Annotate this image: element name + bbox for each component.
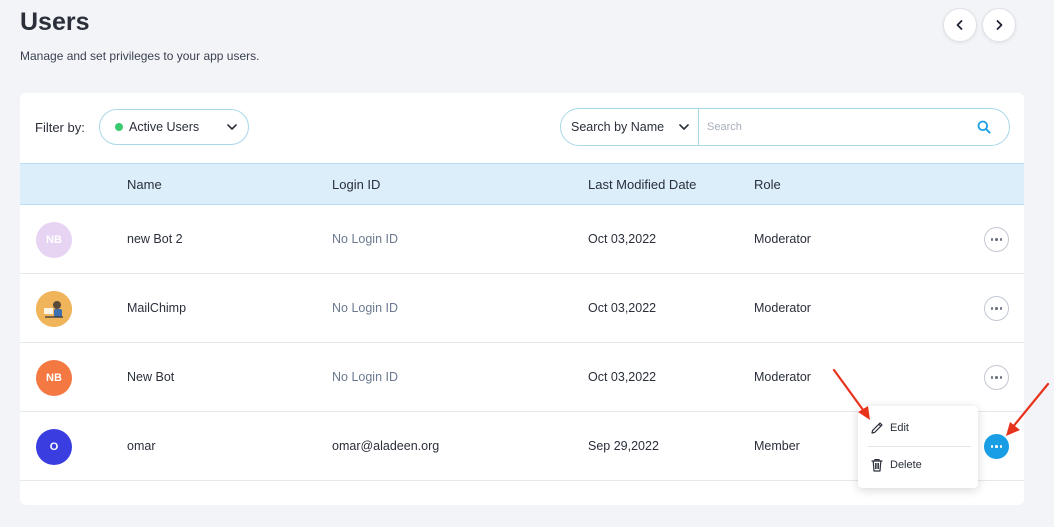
mailchimp-logo-icon [36, 291, 72, 327]
delete-menu-item[interactable]: Delete [858, 447, 978, 483]
search-type-dropdown[interactable]: Search by Name [561, 109, 699, 145]
page-subtitle: Manage and set privileges to your app us… [20, 49, 260, 63]
filter-label: Filter by: [35, 120, 85, 135]
previous-page-button[interactable] [943, 8, 977, 42]
table-row[interactable]: NB New Bot No Login ID Oct 03,2022 Moder… [20, 343, 1024, 412]
more-icon [990, 307, 1003, 310]
column-header-role[interactable]: Role [754, 177, 781, 192]
row-actions-button[interactable] [984, 434, 1009, 459]
status-filter-value: Active Users [129, 120, 200, 134]
column-header-name[interactable]: Name [127, 177, 162, 192]
user-role: Member [754, 439, 800, 453]
row-actions-button[interactable] [984, 365, 1009, 390]
table-row[interactable]: NB new Bot 2 No Login ID Oct 03,2022 Mod… [20, 205, 1024, 274]
avatar: NB [36, 222, 72, 258]
page-title: Users [20, 8, 90, 36]
trash-icon [871, 459, 883, 472]
row-actions-menu: Edit Delete [858, 406, 978, 488]
user-login-id: No Login ID [332, 301, 399, 315]
more-icon [990, 376, 1003, 379]
user-modified-date: Oct 03,2022 [588, 232, 657, 246]
row-actions-button[interactable] [984, 227, 1009, 252]
edit-menu-item[interactable]: Edit [858, 410, 978, 446]
user-role: Moderator [754, 370, 811, 384]
user-modified-date: Oct 03,2022 [588, 370, 657, 384]
user-login-id: No Login ID [332, 370, 399, 384]
next-page-button[interactable] [982, 8, 1016, 42]
column-header-login-id[interactable]: Login ID [332, 177, 380, 192]
more-icon [990, 238, 1003, 241]
table-row[interactable]: MailChimp No Login ID Oct 03,2022 Modera… [20, 274, 1024, 343]
search-type-value: Search by Name [571, 120, 665, 134]
user-name[interactable]: New Bot [127, 370, 174, 384]
avatar: NB [36, 360, 72, 396]
column-header-last-modified[interactable]: Last Modified Date [588, 177, 696, 192]
user-login-id: omar@aladeen.org [332, 439, 440, 453]
search-input[interactable] [699, 109, 977, 145]
user-modified-date: Sep 29,2022 [588, 439, 659, 453]
search-icon[interactable] [977, 109, 1009, 145]
chevron-down-icon [227, 124, 237, 130]
pencil-icon [871, 422, 883, 434]
user-role: Moderator [754, 232, 811, 246]
status-dot-icon [115, 123, 123, 131]
table-header: Name Login ID Last Modified Date Role [20, 163, 1024, 205]
search-bar: Search by Name [560, 108, 1010, 146]
user-name[interactable]: omar [127, 439, 155, 453]
user-name[interactable]: new Bot 2 [127, 232, 183, 246]
user-name[interactable]: MailChimp [127, 301, 186, 315]
row-actions-button[interactable] [984, 296, 1009, 321]
more-icon [990, 445, 1003, 448]
user-modified-date: Oct 03,2022 [588, 301, 657, 315]
chevron-left-icon [956, 20, 963, 30]
edit-label: Edit [890, 422, 909, 434]
chevron-down-icon [679, 124, 689, 130]
user-login-id: No Login ID [332, 232, 399, 246]
avatar: O [36, 429, 72, 465]
delete-label: Delete [890, 459, 922, 471]
avatar [36, 291, 72, 327]
user-role: Moderator [754, 301, 811, 315]
status-filter-dropdown[interactable]: Active Users [99, 109, 249, 145]
chevron-right-icon [996, 20, 1003, 30]
